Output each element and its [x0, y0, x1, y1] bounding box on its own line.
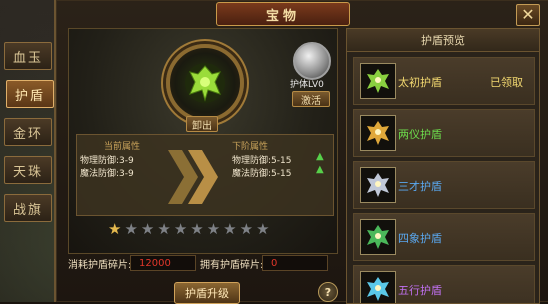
- preview-item-name: 三才护盾: [398, 180, 442, 193]
- upgrade-chevron-icon: [168, 150, 218, 204]
- tab-blood-jade[interactable]: 血玉: [4, 42, 52, 70]
- preview-item-name: 五行护盾: [398, 284, 442, 297]
- shield-upgrade-button[interactable]: 护盾升级: [174, 282, 240, 304]
- shield-preview-panel: 护盾预览 太初护盾 已领取两仪护盾三才护盾四象护盾五行护盾: [346, 28, 540, 304]
- close-button[interactable]: ✕: [516, 4, 540, 26]
- star-icon: ★: [239, 220, 254, 238]
- unequip-button[interactable]: 卸出: [186, 116, 218, 132]
- preview-item-status: 已领取: [490, 76, 523, 89]
- preview-item-name: 四象护盾: [398, 232, 442, 245]
- star-icon: ★: [173, 220, 188, 238]
- next-magic-def: 魔法防御:5-15: [232, 169, 292, 179]
- fragment-owned-value: 0: [262, 255, 328, 271]
- fragment-owned-label: 拥有护盾碎片:: [200, 260, 264, 271]
- preview-item-name: 两仪护盾: [398, 128, 442, 141]
- tab-shield[interactable]: 护盾: [6, 80, 54, 108]
- window-title: 宝物: [216, 2, 350, 26]
- activate-button[interactable]: 激活: [292, 91, 330, 107]
- body-level-label: 护体LV0: [290, 80, 324, 90]
- preview-title: 护盾预览: [347, 29, 539, 52]
- star-icon: ★: [140, 220, 155, 238]
- star-icon: ★: [108, 220, 122, 238]
- preview-item[interactable]: 四象护盾: [353, 213, 535, 261]
- star-icon: ★: [206, 220, 221, 238]
- fragment-cost-value: 12000: [130, 255, 196, 271]
- current-magic-def: 魔法防御:3-9: [80, 169, 134, 179]
- shield-icon: [360, 167, 396, 203]
- preview-item[interactable]: 五行护盾: [353, 265, 535, 303]
- tab-war-banner[interactable]: 战旗: [4, 194, 52, 222]
- up-arrow-icon: ▲: [316, 151, 324, 162]
- star-rating: ★ ★ ★ ★ ★ ★ ★ ★ ★ ★: [108, 222, 270, 237]
- next-attr-header: 下阶属性: [232, 142, 269, 152]
- tab-gold-ring[interactable]: 金环: [4, 118, 52, 146]
- close-icon: ✕: [521, 5, 535, 24]
- preview-item[interactable]: 两仪护盾: [353, 109, 535, 157]
- tab-heaven-bead[interactable]: 天珠: [4, 156, 52, 184]
- help-button[interactable]: ?: [318, 282, 338, 302]
- up-arrow-icon: ▲: [316, 164, 324, 175]
- shield-icon: [360, 219, 396, 255]
- star-icon: ★: [190, 220, 204, 238]
- current-attr-header: 当前属性: [104, 142, 141, 152]
- help-icon: ?: [324, 285, 332, 299]
- star-icon: ★: [223, 220, 237, 238]
- star-icon: ★: [256, 220, 270, 238]
- fragment-cost-label: 消耗护盾碎片:: [68, 260, 132, 271]
- preview-item[interactable]: 太初护盾 已领取: [353, 57, 535, 105]
- star-icon: ★: [157, 220, 171, 238]
- shield-icon: [185, 63, 225, 103]
- next-phys-def: 物理防御:5-15: [232, 156, 292, 166]
- preview-item-name: 太初护盾: [398, 76, 442, 89]
- shield-icon: [360, 115, 396, 151]
- current-phys-def: 物理防御:3-9: [80, 156, 134, 166]
- preview-item[interactable]: 三才护盾: [353, 161, 535, 209]
- shield-icon: [360, 63, 396, 99]
- star-icon: ★: [124, 220, 138, 238]
- shield-emblem[interactable]: [166, 44, 244, 122]
- shield-icon: [360, 271, 396, 303]
- body-protection-orb: [293, 42, 331, 80]
